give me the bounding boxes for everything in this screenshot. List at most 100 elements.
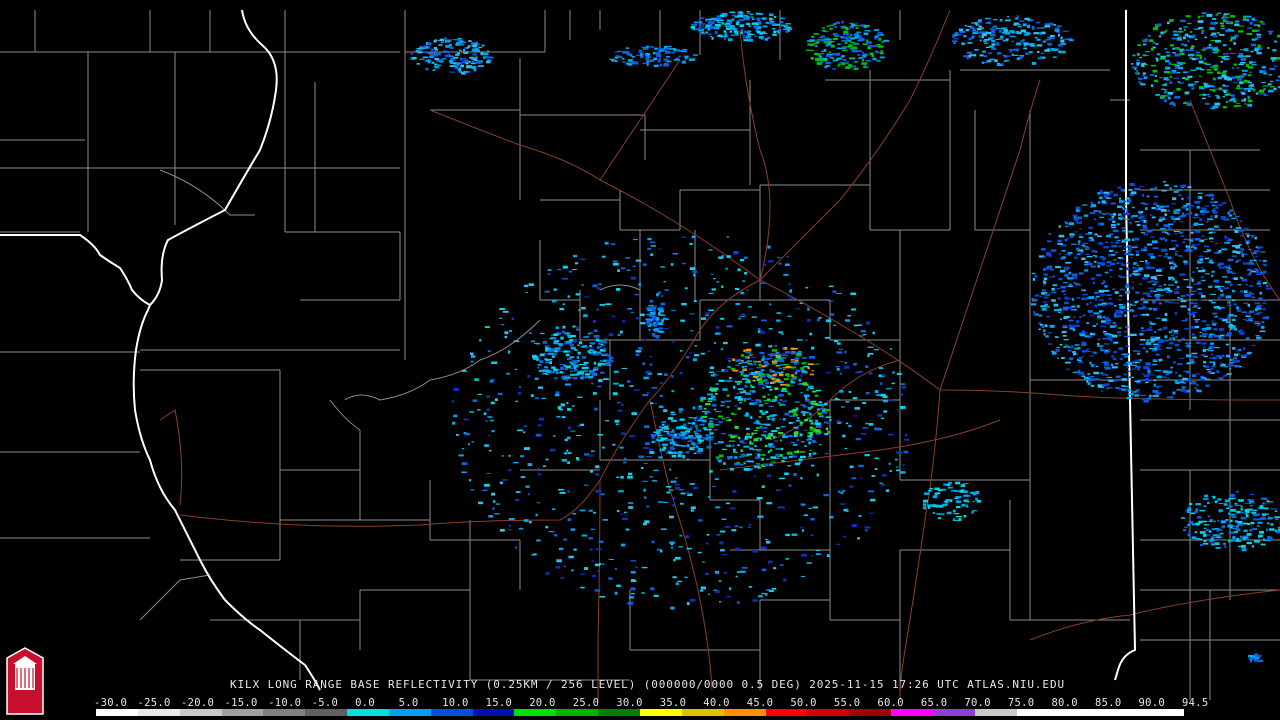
radar-echo — [1170, 239, 1177, 242]
radar-echo — [570, 370, 573, 373]
radar-echo — [1119, 276, 1126, 279]
radar-echo — [705, 542, 709, 545]
radar-echo — [1224, 237, 1230, 240]
radar-echo — [1077, 242, 1080, 246]
radar-echo — [660, 437, 667, 441]
radar-echo — [1269, 86, 1275, 88]
radar-echo — [784, 347, 788, 350]
radar-echo — [778, 394, 784, 397]
radar-echo — [812, 402, 819, 406]
radar-echo — [708, 424, 714, 428]
radar-echo — [1124, 285, 1130, 288]
radar-echo — [1254, 657, 1259, 659]
radar-echo — [1204, 524, 1209, 526]
radar-echo — [411, 51, 416, 53]
radar-echo — [699, 23, 706, 25]
radar-echo — [1150, 255, 1155, 259]
radar-echo — [1239, 229, 1244, 233]
radar-echo — [674, 483, 680, 486]
product-caption: KILX LONG RANGE BASE REFLECTIVITY (0.25K… — [230, 678, 1066, 691]
radar-echo — [1174, 96, 1181, 99]
radar-echo — [621, 267, 626, 270]
colorbar-segment — [807, 709, 850, 716]
radar-echo — [1259, 530, 1264, 534]
radar-echo — [1004, 27, 1007, 31]
radar-echo — [1208, 285, 1213, 289]
radar-echo — [1184, 328, 1190, 330]
radar-echo — [803, 394, 810, 398]
radar-echo — [599, 562, 602, 565]
radar-echo — [1057, 297, 1062, 300]
radar-echo — [1142, 72, 1147, 75]
radar-echo — [815, 422, 821, 426]
radar-echo — [748, 306, 752, 308]
radar-echo — [1262, 302, 1267, 305]
radar-echo — [1069, 327, 1075, 330]
radar-echo — [693, 430, 696, 433]
radar-echo — [627, 380, 631, 383]
radar-echo — [756, 427, 760, 429]
radar-echo — [1252, 251, 1257, 255]
radar-echo — [1157, 255, 1162, 257]
radar-echo — [1099, 197, 1102, 199]
radar-echo — [971, 510, 974, 514]
radar-echo — [703, 407, 707, 410]
radar-echo — [851, 524, 857, 527]
radar-echo — [1154, 187, 1157, 190]
radar-echo — [646, 505, 650, 508]
radar-echo — [577, 351, 581, 355]
radar-echo — [1117, 299, 1122, 301]
radar-echo — [728, 434, 733, 436]
radar-echo — [595, 465, 600, 469]
radar-echo — [972, 28, 977, 32]
radar-echo — [733, 451, 738, 453]
radar-echo — [720, 348, 724, 351]
radar-echo — [845, 401, 850, 403]
radar-echo — [868, 423, 874, 426]
radar-echo — [1161, 318, 1168, 322]
radar-echo — [774, 345, 777, 347]
radar-echo — [790, 411, 797, 413]
radar-echo — [768, 345, 773, 348]
radar-echo — [1232, 213, 1236, 215]
radar-echo — [692, 270, 698, 273]
radar-echo — [1209, 333, 1215, 336]
radar-echo — [714, 31, 718, 34]
radar-echo — [1156, 274, 1163, 276]
radar-echo — [562, 278, 568, 280]
radar-echo — [693, 299, 697, 303]
radar-echo — [1243, 529, 1248, 533]
radar-echo — [1233, 315, 1238, 317]
radar-echo — [992, 29, 997, 31]
radar-echo — [1158, 341, 1164, 343]
radar-echo — [880, 483, 885, 487]
radar-echo — [1232, 255, 1237, 257]
radar-echo — [555, 566, 561, 569]
radar-echo — [1121, 353, 1127, 356]
radar-echo — [1272, 60, 1275, 62]
radar-echo — [592, 351, 597, 354]
radar-echo — [958, 518, 962, 522]
radar-echo — [867, 353, 874, 355]
radar-echo — [625, 528, 630, 531]
radar-echo — [794, 434, 798, 437]
radar-echo — [765, 436, 771, 440]
radar-echo — [1185, 318, 1188, 321]
radar-echo — [1189, 53, 1195, 57]
radar-echo — [782, 28, 789, 30]
radar-echo — [865, 365, 869, 368]
radar-echo — [1202, 342, 1207, 345]
radar-echo — [869, 499, 873, 502]
radar-echo — [1050, 35, 1055, 38]
radar-echo — [660, 528, 667, 530]
radar-echo — [867, 47, 871, 50]
colorbar-segment — [179, 709, 222, 716]
radar-echo — [740, 354, 745, 357]
radar-echo — [1181, 517, 1185, 519]
radar-echo — [808, 453, 812, 456]
radar-echo — [1104, 383, 1110, 386]
radar-echo — [800, 423, 803, 427]
radar-echo — [1165, 79, 1170, 81]
radar-echo — [776, 427, 780, 429]
radar-echo — [847, 315, 851, 317]
